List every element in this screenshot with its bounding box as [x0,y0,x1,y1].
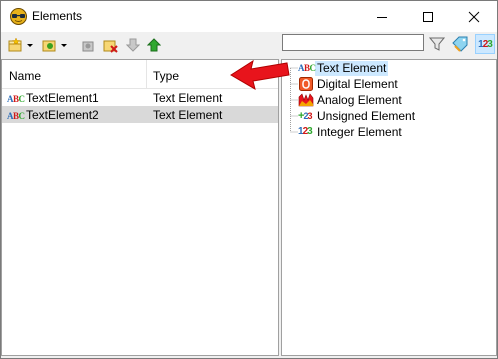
annotation-arrow-icon [230,59,290,91]
window-title: Elements [32,9,83,23]
row-type: Text Element [153,91,223,105]
text-element-icon: ABC [298,63,316,73]
text-element-icon: ABC [7,94,25,104]
close-button[interactable] [451,1,497,32]
integer-view-icon: 123 [478,38,493,50]
arrow-up-icon [147,38,161,52]
tree-item-analog-element[interactable]: Analog Element [298,92,404,108]
filter-button[interactable] [428,35,446,53]
add-group-icon [42,40,67,52]
search-input[interactable] [282,34,424,51]
digital-element-icon [299,77,313,91]
arrow-down-icon [126,38,140,52]
edit-icon [82,41,94,52]
minimize-button[interactable] [359,1,405,32]
delete-element-button[interactable] [101,36,119,54]
tag-filter-button[interactable] [451,35,471,53]
app-icon [10,8,27,25]
chevron-down-icon [27,44,33,47]
unsigned-element-icon: +23 [298,110,312,122]
new-element-icon [8,37,33,52]
table-row[interactable]: ABC TextElement1 Text Element [2,89,278,106]
tree-item-digital-element[interactable]: Digital Element [298,76,400,92]
filter-icon [429,37,445,51]
tag-icon [452,36,468,52]
tree-item-label: Digital Element [317,76,398,91]
tree-item-integer-element[interactable]: 123 Integer Element [298,124,404,140]
edit-element-button[interactable] [79,36,97,54]
table-row-selected[interactable]: ABC TextElement2 Text Element [2,106,278,123]
numeric-view-toggle[interactable]: 123 [475,34,495,54]
column-divider[interactable] [146,60,147,88]
column-header-name[interactable]: Name [9,69,41,83]
tree-item-unsigned-element[interactable]: +23 Unsigned Element [298,108,417,124]
tree-item-text-element[interactable]: ABC Text Element [298,60,389,76]
elements-table: Name Type ABC TextElement1 Text Element … [1,59,279,356]
maximize-button[interactable] [405,1,451,32]
tree-item-label: Integer Element [317,124,402,139]
maximize-icon [423,11,433,22]
title-bar: Elements [1,1,497,32]
close-icon [468,11,480,22]
analog-element-icon [298,93,314,107]
integer-element-icon: 123 [298,126,313,137]
add-element-dropdown-button[interactable] [7,36,35,54]
tree-item-label: Text Element [315,60,389,76]
minimize-icon [377,16,387,18]
column-header-type[interactable]: Type [153,69,179,83]
add-group-dropdown-button[interactable] [41,36,69,54]
delete-icon [103,40,118,53]
row-name: TextElement2 [26,108,99,122]
move-up-button[interactable] [146,36,162,54]
move-down-button[interactable] [125,36,141,54]
row-name: TextElement1 [26,91,99,105]
tree-item-label: Unsigned Element [317,108,416,123]
element-types-tree: ABC Text Element Digital Element Analog … [281,59,497,356]
text-element-icon: ABC [7,111,25,121]
row-type: Text Element [153,108,223,122]
elements-window: Elements 123 Name Type ABC TextElement1 … [0,0,498,359]
tree-item-label: Analog Element [317,92,402,107]
